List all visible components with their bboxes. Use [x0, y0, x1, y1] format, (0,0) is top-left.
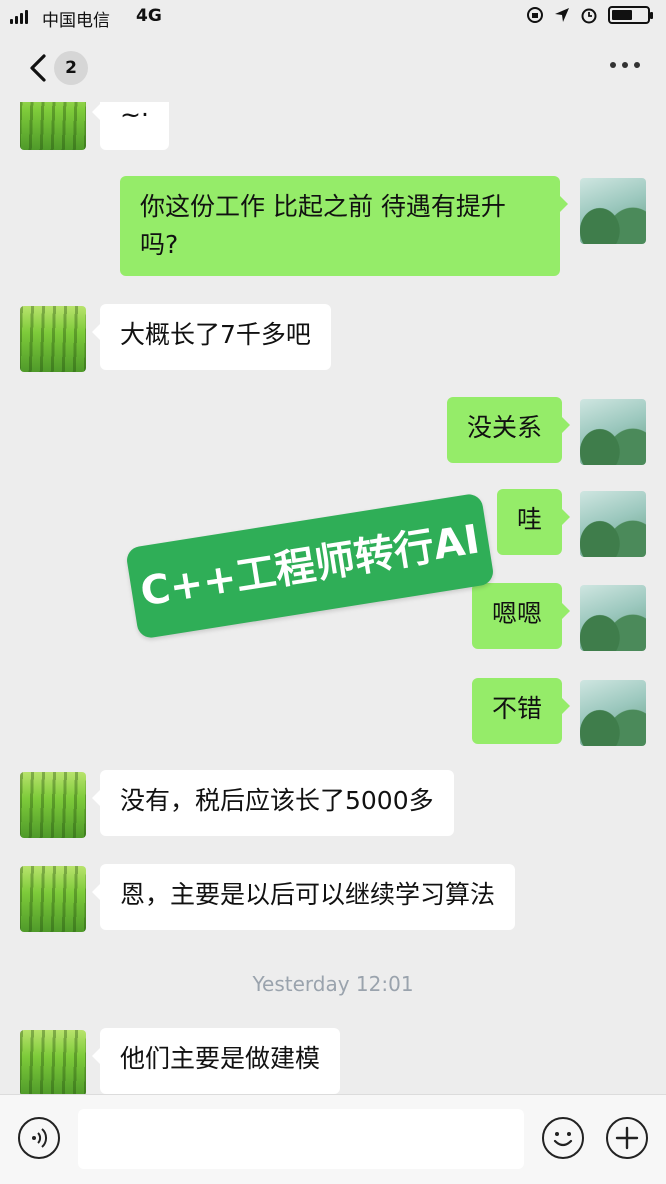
- more-dots-icon: [610, 62, 616, 68]
- message-timestamp: Yesterday 12:01: [252, 972, 414, 996]
- carrier-name: 中国电信: [42, 11, 110, 31]
- status-bar: 中国电信 4G: [0, 0, 666, 36]
- user-avatar[interactable]: [580, 491, 646, 557]
- alarm-icon: [581, 8, 597, 24]
- rotation-lock-icon: [527, 7, 543, 23]
- message-text-input[interactable]: [78, 1109, 524, 1169]
- more-actions-button[interactable]: [606, 1117, 648, 1159]
- message-bubble[interactable]: 不错: [471, 678, 571, 744]
- location-icon: [555, 8, 569, 22]
- message-bubble[interactable]: 嗯嗯: [471, 583, 571, 649]
- message-bubble[interactable]: 你这份工作 比起之前 待遇有提升吗?: [120, 176, 568, 276]
- plus-icon: [615, 1126, 639, 1150]
- message-bubble[interactable]: 他们主要是做建模: [91, 1028, 341, 1094]
- contact-avatar[interactable]: [20, 866, 86, 932]
- signal-strength-icon: [10, 10, 28, 24]
- user-avatar[interactable]: [580, 178, 646, 244]
- chat-header: 2: [0, 36, 666, 102]
- contact-avatar[interactable]: [20, 306, 86, 372]
- user-avatar[interactable]: [580, 680, 646, 746]
- message-bubble[interactable]: 恩，主要是以后可以继续学习算法: [91, 864, 516, 930]
- message-bubble[interactable]: 哇: [496, 489, 571, 555]
- message-bubble[interactable]: 没关系: [446, 397, 571, 463]
- network-type: 4G: [136, 6, 162, 26]
- contact-avatar[interactable]: [20, 772, 86, 838]
- contact-avatar[interactable]: [20, 1030, 86, 1094]
- user-avatar[interactable]: [580, 585, 646, 651]
- emoji-button[interactable]: [542, 1117, 584, 1159]
- user-avatar[interactable]: [580, 399, 646, 465]
- voice-input-button[interactable]: [18, 1117, 60, 1159]
- battery-icon: [608, 6, 653, 24]
- message-bubble[interactable]: 大概长了7千多吧: [92, 304, 331, 370]
- message-input-bar: [0, 1094, 666, 1184]
- emoji-icon: [553, 1132, 573, 1147]
- message-bubble[interactable]: ~·: [92, 102, 169, 150]
- unread-count-badge[interactable]: 2: [54, 51, 88, 85]
- message-bubble[interactable]: 没有，税后应该长了5000多: [92, 770, 454, 836]
- voice-icon: [32, 1128, 48, 1148]
- contact-avatar[interactable]: [20, 102, 86, 150]
- more-options-button[interactable]: [610, 62, 640, 68]
